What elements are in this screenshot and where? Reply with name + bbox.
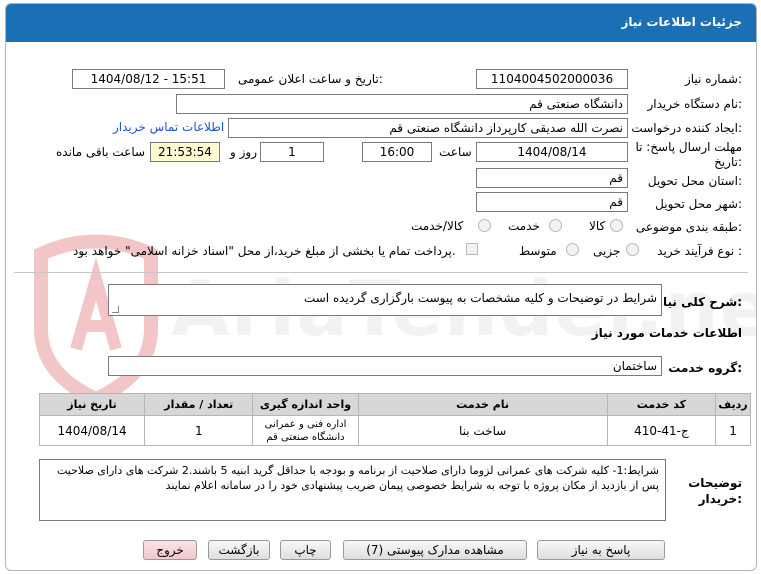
delivery-province-label: استان محل تحویل: xyxy=(647,174,742,188)
general-description-text: شرایط در توضیحات و کلیه مشخصات به پیوست … xyxy=(303,291,657,305)
need-number-field[interactable]: 1104004502000036 xyxy=(476,69,628,89)
purchase-type-label: نوع فرآیند خرید : xyxy=(657,244,742,258)
cell-row-number: 1 xyxy=(715,415,751,446)
view-attachments-button[interactable]: مشاهده مدارک پیوستی (7) xyxy=(343,540,527,560)
col-header-unit: واحد اندازه گیری xyxy=(252,393,359,416)
deadline-time-field[interactable]: 16:00 xyxy=(362,142,432,162)
cell-service-code: ج-41-410 xyxy=(606,415,717,446)
category-option-both-radio[interactable] xyxy=(478,219,491,232)
reply-button[interactable]: پاسخ به نیاز xyxy=(537,540,665,560)
resize-grip-icon[interactable] xyxy=(112,306,119,313)
time-remaining-label: ساعت باقی مانده xyxy=(56,145,146,159)
purchase-type-minor-radio[interactable] xyxy=(626,243,639,256)
cell-service-name: ساخت بنا xyxy=(357,415,608,446)
service-group-field[interactable]: ساختمان xyxy=(108,356,662,376)
delivery-province-field[interactable]: قم xyxy=(476,168,628,188)
table-header-row: تاریخ نیاز تعداد / مقدار واحد اندازه گیر… xyxy=(38,393,751,416)
announce-datetime-label: تاریخ و ساعت اعلان عمومی: xyxy=(238,72,383,86)
exit-button[interactable]: خروج xyxy=(143,540,197,560)
print-button[interactable]: چاپ xyxy=(280,540,331,560)
deadline-label-date: تاریخ: xyxy=(714,155,742,169)
general-description-label: شرح کلی نیاز: xyxy=(656,295,742,309)
col-header-service-name: نام خدمت xyxy=(357,393,608,416)
treasury-payment-note: پرداخت تمام یا بخشی از مبلغ خرید،از محل … xyxy=(73,244,456,258)
services-table: تاریخ نیاز تعداد / مقدار واحد اندازه گیر… xyxy=(38,393,751,446)
delivery-city-field[interactable]: قم xyxy=(476,192,628,212)
requester-field[interactable]: نصرت الله صدیقی کارپرداز دانشگاه صنعتی ق… xyxy=(228,118,628,138)
requester-label: ایجاد کننده درخواست: xyxy=(631,121,742,135)
category-option-goods-radio[interactable] xyxy=(610,219,623,232)
watermark-shield-icon xyxy=(34,234,158,407)
general-description-textarea[interactable]: شرایط در توضیحات و کلیه مشخصات به پیوست … xyxy=(108,284,662,316)
deadline-time-label: ساعت xyxy=(439,145,472,159)
time-remaining-field[interactable]: 21:53:54 xyxy=(150,142,220,162)
cell-unit: اداره فنی و عمرانی دانشگاه صنعتی قم xyxy=(252,415,359,446)
category-label: طبقه بندی موضوعی: xyxy=(635,220,742,234)
category-option-both-label: کالا/خدمت xyxy=(411,219,464,233)
need-details-panel: جزئیات اطلاعات نیاز AriaTender.neT شماره… xyxy=(5,3,757,571)
deadline-label: مهلت ارسال پاسخ: تا xyxy=(635,140,742,154)
buyer-notes-label-2: خریدار: xyxy=(698,492,742,506)
section-divider xyxy=(14,272,748,273)
delivery-city-label: شهر محل تحویل: xyxy=(655,197,742,211)
deadline-date-field[interactable]: 1404/08/14 xyxy=(476,142,628,162)
category-option-service-label: خدمت xyxy=(508,219,540,233)
col-header-need-date: تاریخ نیاز xyxy=(38,393,146,416)
col-header-row: ردیف xyxy=(715,393,751,416)
cell-quantity: 1 xyxy=(144,415,254,446)
days-label: روز و xyxy=(230,145,257,159)
page-title: جزئیات اطلاعات نیاز xyxy=(621,15,742,29)
buyer-notes-textarea[interactable]: شرایط:1- کلیه شرکت های عمرانی لزوما دارا… xyxy=(39,459,666,521)
category-option-goods-label: کالا xyxy=(589,219,606,233)
buyer-org-label: نام دستگاه خریدار: xyxy=(647,97,743,111)
buyer-notes-text: شرایط:1- کلیه شرکت های عمرانی لزوما دارا… xyxy=(56,464,659,492)
table-row: 1404/08/14 1 اداره فنی و عمرانی دانشگاه … xyxy=(38,415,751,446)
need-number-label: شماره نیاز: xyxy=(684,72,742,86)
service-group-label: گروه خدمت: xyxy=(668,361,742,375)
days-remaining-field[interactable]: 1 xyxy=(260,142,324,162)
buyer-contact-link[interactable]: اطلاعات تماس خریدار xyxy=(113,120,224,134)
purchase-type-minor-label: جزیی xyxy=(593,244,621,258)
purchase-type-medium-radio[interactable] xyxy=(566,243,579,256)
watermark-logo: AriaTender.neT xyxy=(21,234,756,407)
buyer-org-field[interactable]: دانشگاه صنعتی قم xyxy=(176,94,628,114)
col-header-quantity: تعداد / مقدار xyxy=(144,393,254,416)
purchase-type-medium-label: متوسط xyxy=(519,244,557,258)
category-option-service-radio[interactable] xyxy=(549,219,562,232)
back-button[interactable]: بازگشت xyxy=(208,540,270,560)
cell-need-date: 1404/08/14 xyxy=(38,415,146,446)
buyer-notes-label: توضیحات xyxy=(688,476,742,490)
col-header-service-code: کد خدمت xyxy=(606,393,717,416)
treasury-payment-checkbox[interactable] xyxy=(466,243,478,255)
announce-datetime-field[interactable]: 1404/08/12 - 15:51 xyxy=(72,69,225,89)
services-section-title: اطلاعات خدمات مورد نیاز xyxy=(591,326,742,340)
title-bar: جزئیات اطلاعات نیاز xyxy=(6,4,756,42)
